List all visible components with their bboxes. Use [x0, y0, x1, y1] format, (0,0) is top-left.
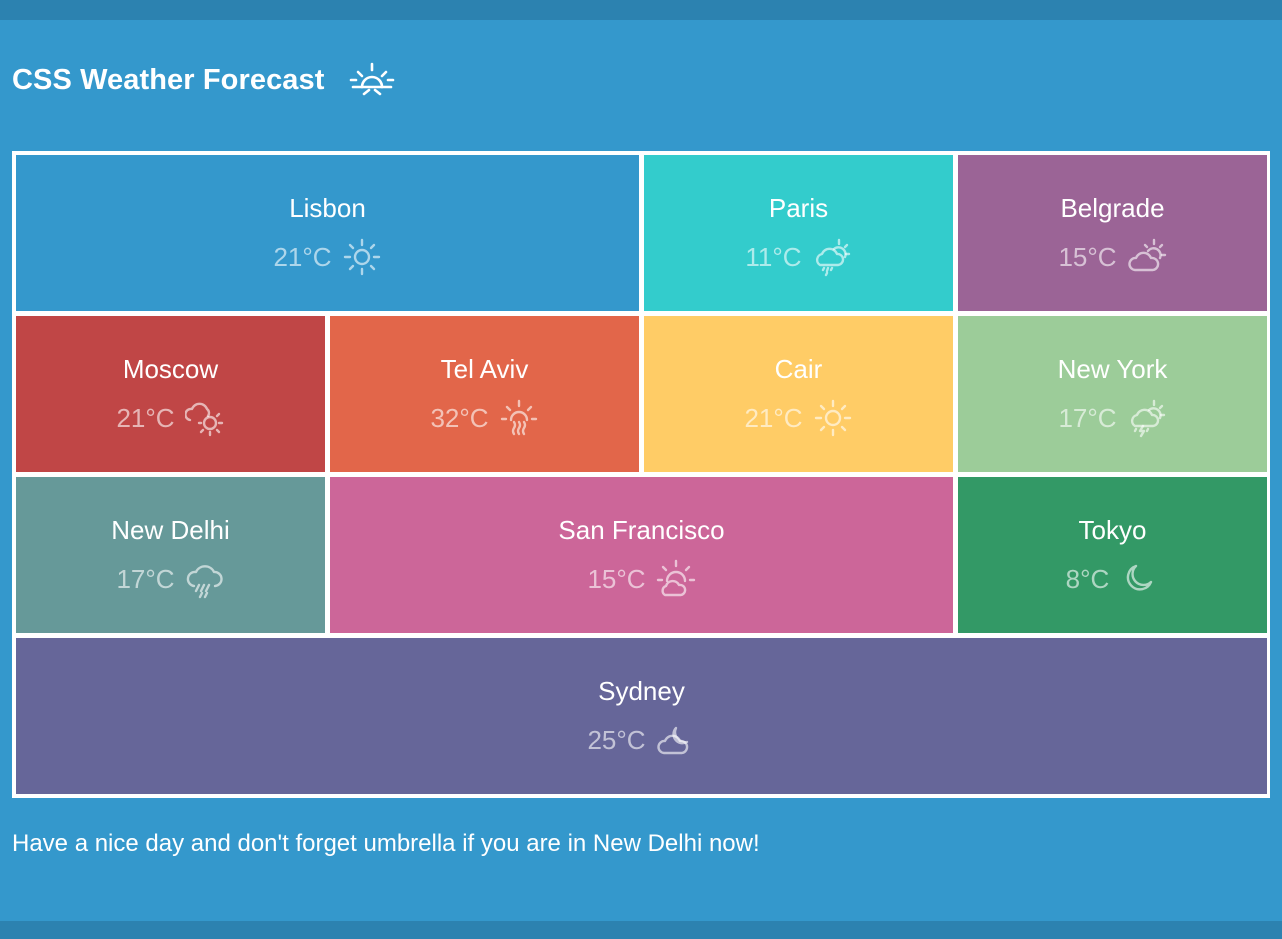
city-name: New Delhi — [111, 515, 230, 545]
sun-heat-icon — [500, 399, 537, 436]
cloud-storm-sun-icon — [1130, 399, 1165, 438]
temperature: 15°C — [1058, 242, 1117, 272]
city-tile-lisbon[interactable]: Lisbon 21°C — [16, 155, 639, 311]
sun-icon — [343, 238, 380, 276]
city-name: Sydney — [598, 676, 685, 706]
footer-message: Have a nice day and don't forget umbrell… — [12, 830, 760, 857]
weather-info: 21°C — [273, 237, 381, 277]
temperature: 32°C — [430, 403, 489, 433]
weather-grid: Lisbon 21°C Paris 11°C Belgrade 15°C Mos… — [12, 151, 1270, 798]
temperature: 21°C — [273, 242, 332, 272]
weather-info: 15°C — [587, 559, 695, 599]
sunrise-icon — [349, 60, 395, 100]
sun-icon — [814, 399, 851, 437]
city-tile-new-delhi[interactable]: New Delhi 17°C — [16, 477, 325, 633]
temperature: 21°C — [116, 403, 175, 433]
city-name: Moscow — [122, 354, 219, 384]
city-name: New York — [1057, 354, 1168, 384]
weather-info: 11°C — [745, 237, 851, 277]
cloud-moon-icon — [656, 726, 688, 755]
weather-info: 32°C — [430, 398, 538, 438]
city-tile-sydney[interactable]: Sydney 25°C — [16, 638, 1267, 794]
cloud-sun-icon — [1127, 238, 1166, 272]
temperature: 17°C — [1058, 403, 1117, 433]
weather-info: 8°C — [1066, 559, 1160, 599]
city-tile-san-francisco[interactable]: San Francisco 15°C — [330, 477, 953, 633]
city-name: San Francisco — [558, 515, 725, 545]
temperature: 8°C — [1065, 564, 1110, 594]
sun-behind-cloud-icon — [656, 559, 695, 597]
top-bar — [0, 0, 1282, 20]
page-header: CSS Weather Forecast — [12, 56, 395, 104]
city-tile-belgrade[interactable]: Belgrade 15°C — [958, 155, 1267, 311]
cloud-rain-icon — [186, 565, 223, 599]
weather-info: 25°C — [587, 720, 695, 760]
city-tile-moscow[interactable]: Moscow 21°C — [16, 316, 325, 472]
moon-icon — [1127, 564, 1153, 591]
weather-info: 17°C — [116, 559, 224, 599]
cloud-sun-low-icon — [184, 402, 223, 437]
temperature: 21°C — [744, 403, 803, 433]
city-tile-paris[interactable]: Paris 11°C — [644, 155, 953, 311]
weather-info: 17°C — [1058, 398, 1166, 438]
temperature: 17°C — [116, 564, 175, 594]
city-name: Tel Aviv — [440, 354, 529, 384]
city-tile-cair[interactable]: Cair 21°C — [644, 316, 953, 472]
city-name: Belgrade — [1060, 193, 1165, 223]
weather-info: 21°C — [744, 398, 852, 438]
bottom-bar — [0, 921, 1282, 939]
city-name: Lisbon — [289, 193, 366, 223]
page-title: CSS Weather Forecast — [12, 63, 325, 96]
city-tile-tokyo[interactable]: Tokyo 8°C — [958, 477, 1267, 633]
city-name: Paris — [768, 193, 829, 223]
temperature: 15°C — [587, 564, 646, 594]
city-tile-new-york[interactable]: New York 17°C — [958, 316, 1267, 472]
temperature: 11°C — [745, 242, 802, 272]
weather-info: 21°C — [116, 398, 224, 438]
cloud-rain-sun-icon — [815, 238, 850, 277]
city-name: Cair — [774, 354, 823, 384]
city-tile-tel-aviv[interactable]: Tel Aviv 32°C — [330, 316, 639, 472]
weather-info: 15°C — [1058, 237, 1166, 277]
city-name: Tokyo — [1078, 515, 1147, 545]
temperature: 25°C — [587, 725, 646, 755]
